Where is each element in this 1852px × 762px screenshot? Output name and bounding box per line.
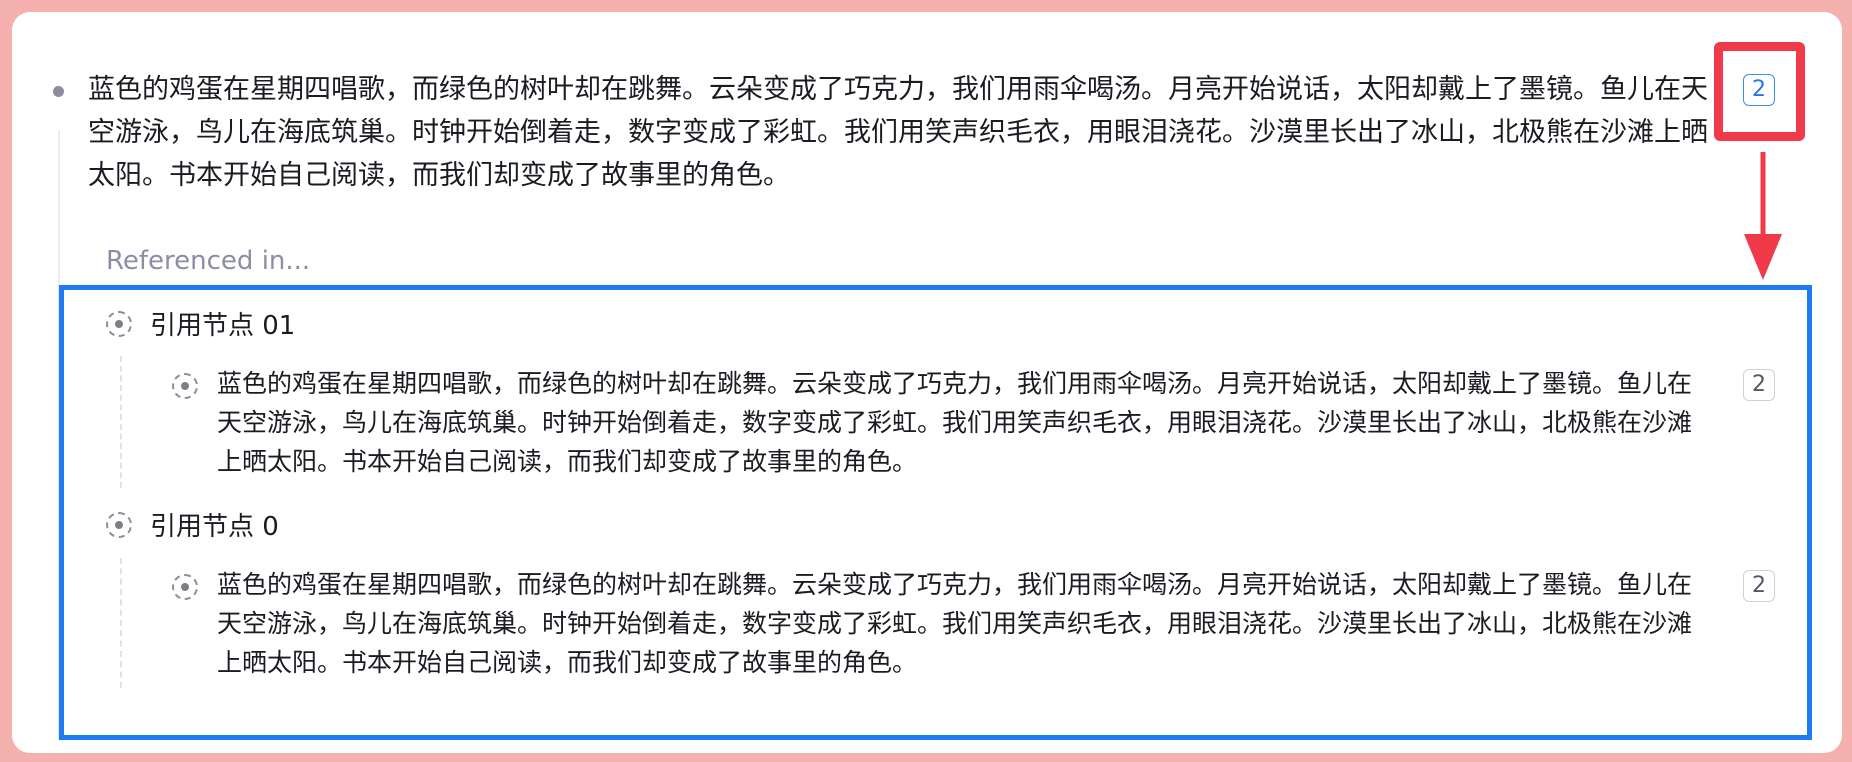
reference-node-title[interactable]: 引用节点 01	[150, 305, 295, 342]
reference-node-title[interactable]: 引用节点 0	[150, 506, 279, 543]
reference-count-badge[interactable]: 2	[1743, 369, 1775, 401]
indent-guide	[120, 356, 122, 488]
reference-count-badge[interactable]: 2	[1743, 570, 1775, 602]
reference-node-icon[interactable]	[106, 311, 132, 337]
referenced-in-heading: Referenced in...	[106, 246, 311, 276]
bullet-dot-icon[interactable]	[53, 86, 64, 97]
reference-node-icon[interactable]	[172, 373, 198, 399]
highlight-box-red	[1714, 42, 1805, 141]
reference-node-icon[interactable]	[172, 574, 198, 600]
main-node-text[interactable]: 蓝色的鸡蛋在星期四唱歌，而绿色的树叶却在跳舞。云朵变成了巧克力，我们用雨伞喝汤。…	[88, 68, 1708, 197]
down-arrow-icon	[1744, 152, 1782, 280]
reference-child-text[interactable]: 蓝色的鸡蛋在星期四唱歌，而绿色的树叶却在跳舞。云朵变成了巧克力，我们用雨伞喝汤。…	[217, 364, 1707, 481]
reference-node-icon[interactable]	[106, 512, 132, 538]
reference-child-text[interactable]: 蓝色的鸡蛋在星期四唱歌，而绿色的树叶却在跳舞。云朵变成了巧克力，我们用雨伞喝汤。…	[217, 565, 1707, 682]
indent-guide	[120, 558, 122, 688]
